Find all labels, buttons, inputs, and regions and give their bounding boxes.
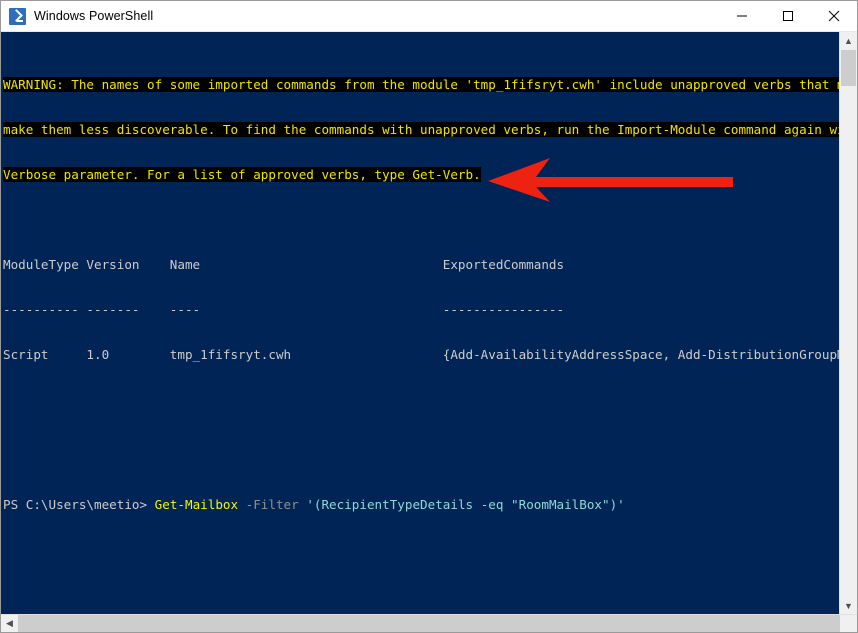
scroll-up-arrow-icon[interactable]: ▲ <box>840 32 857 49</box>
command-argument: '(RecipientTypeDetails -eq "RoomMailBox"… <box>306 497 625 513</box>
horizontal-scrollbar[interactable]: ◀ <box>1 614 857 632</box>
title-bar[interactable]: Windows PowerShell <box>1 1 857 32</box>
warning-line-3: Verbose parameter. For a list of approve… <box>3 167 481 183</box>
command-line[interactable]: PS C:\Users\meetio> Get-Mailbox -Filter … <box>3 497 839 512</box>
warning-line-1: WARNING: The names of some imported comm… <box>3 77 839 93</box>
powershell-underscore-glyph <box>17 19 23 22</box>
command-prompt: PS C:\Users\meetio> <box>3 497 155 513</box>
close-icon <box>828 10 840 22</box>
module-table-headers: ModuleType Version Name ExportedCommands <box>3 257 565 273</box>
maximize-button[interactable] <box>765 1 811 31</box>
close-button[interactable] <box>811 1 857 31</box>
scroll-left-arrow-icon[interactable]: ◀ <box>1 615 18 632</box>
maximize-icon <box>783 11 793 21</box>
module-table-row: Script 1.0 tmp_1fifsryt.cwh {Add-Availab… <box>3 347 839 363</box>
command-cmdlet: Get-Mailbox <box>154 497 239 513</box>
window-title: Windows PowerShell <box>34 9 154 23</box>
powershell-icon <box>9 7 26 25</box>
horizontal-scroll-thumb[interactable] <box>18 615 857 632</box>
window-controls <box>719 1 857 31</box>
command-parameter: -Filter <box>238 497 307 513</box>
scroll-down-arrow-icon[interactable]: ▼ <box>840 597 857 614</box>
warning-line-2: make them less discoverable. To find the… <box>3 122 839 138</box>
vertical-scrollbar[interactable]: ▲ ▼ <box>839 32 857 614</box>
console-lines: WARNING: The names of some imported comm… <box>3 32 839 614</box>
scrollbar-corner <box>840 615 857 632</box>
minimize-icon <box>737 15 747 17</box>
powershell-window: Windows PowerShell WARNING: The names of… <box>0 0 858 633</box>
console-output[interactable]: WARNING: The names of some imported comm… <box>1 32 839 614</box>
minimize-button[interactable] <box>719 1 765 31</box>
vertical-scroll-thumb[interactable] <box>841 50 856 86</box>
console-area: WARNING: The names of some imported comm… <box>1 32 857 614</box>
module-table-underline: ---------- ------- ---- ---------------- <box>3 302 565 318</box>
